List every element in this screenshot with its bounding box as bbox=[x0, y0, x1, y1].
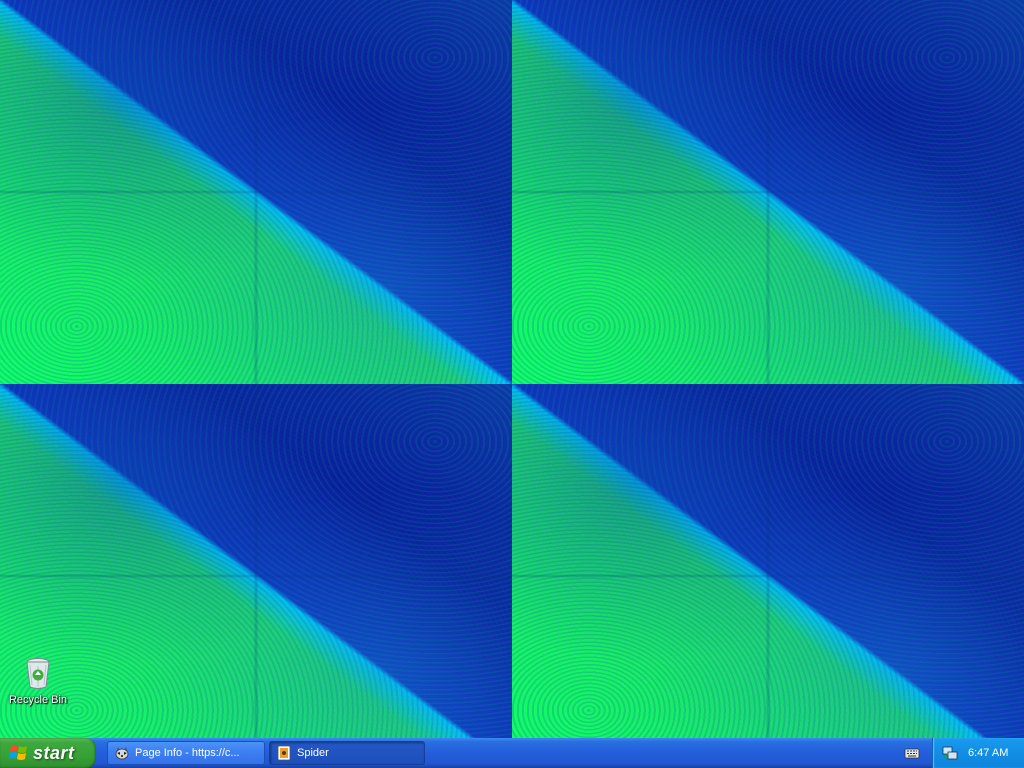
desktop-wallpaper: Recycle Bin bbox=[0, 0, 1024, 738]
start-button[interactable]: start bbox=[0, 738, 96, 768]
wallpaper-tile bbox=[0, 384, 512, 738]
taskbar-button-label: Page Info - https://c... bbox=[135, 747, 240, 759]
wallpaper-tile bbox=[512, 384, 1024, 738]
taskbar-button-spider[interactable]: Spider bbox=[269, 741, 425, 765]
wallpaper-tile bbox=[512, 0, 1024, 384]
keyboard-icon[interactable] bbox=[904, 745, 920, 761]
start-label: start bbox=[33, 742, 75, 763]
recycle-bin-icon bbox=[22, 656, 54, 690]
desktop-icon-label: Recycle Bin bbox=[8, 694, 68, 706]
desktop-icon-recycle-bin[interactable]: Recycle Bin bbox=[6, 656, 70, 706]
wallpaper-tile bbox=[0, 0, 512, 384]
network-icon[interactable] bbox=[942, 745, 958, 761]
taskbar-button-page-info[interactable]: Page Info - https://c... bbox=[107, 741, 265, 765]
clock[interactable]: 6:47 AM bbox=[968, 747, 1008, 759]
taskbar: start Page Info - https://c... Spider 6:… bbox=[0, 738, 1024, 768]
system-tray: 6:47 AM bbox=[932, 738, 1024, 768]
windows-logo-icon bbox=[9, 745, 27, 760]
taskbar-button-label: Spider bbox=[297, 747, 329, 759]
raccoon-icon bbox=[115, 747, 129, 760]
spider-solitaire-icon bbox=[277, 745, 291, 761]
